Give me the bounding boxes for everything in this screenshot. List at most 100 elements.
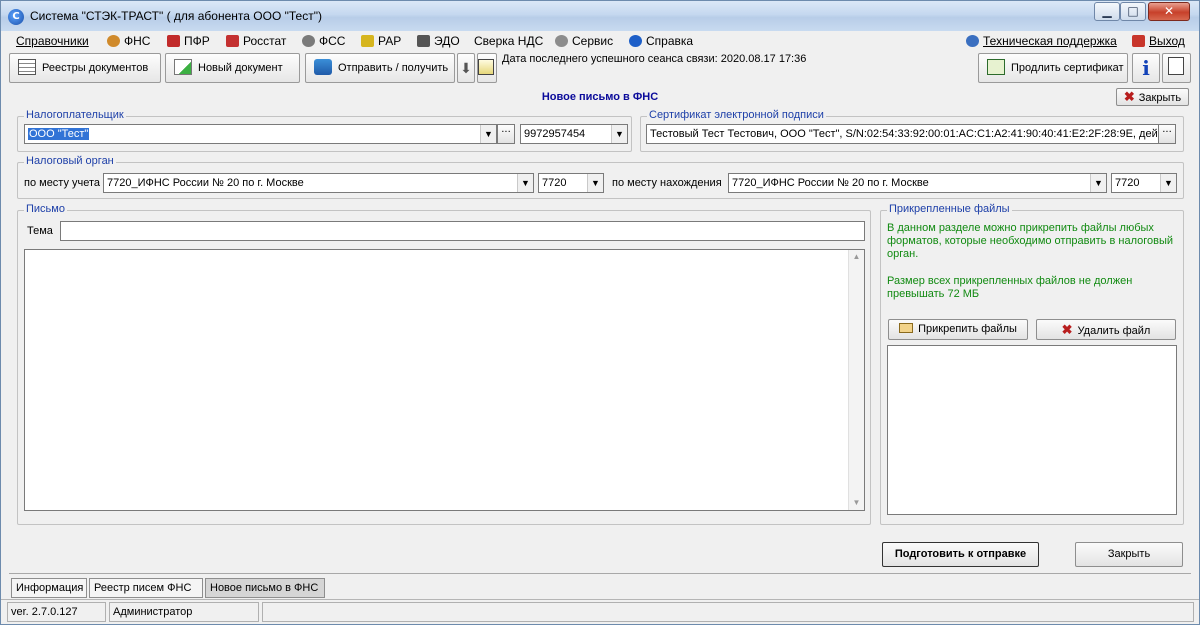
menu-sverka-nds[interactable]: Сверка НДС [474, 34, 543, 48]
taxpayer-more-button[interactable]: ··· [497, 124, 515, 144]
attachments-size-text: Размер всех прикрепленных файлов не долж… [887, 275, 1133, 300]
menu-label: Сверка НДС [474, 34, 544, 48]
menu-label: ФНС [124, 34, 151, 48]
tab-fns-letters-registry[interactable]: Реестр писем ФНС [89, 578, 203, 598]
send-receive-arrows-icon [314, 59, 332, 75]
menu-tech-support[interactable]: Техническая поддержка [966, 34, 1117, 48]
location-label: по месту нахождения [612, 177, 722, 189]
menu-label: Техническая поддержка [983, 34, 1117, 48]
button-label: Новый документ [198, 62, 283, 74]
maximize-button[interactable]: □ [1120, 2, 1146, 21]
version-label: ver. 2.7.0.127 [7, 602, 106, 622]
menu-fns[interactable]: ФНС [107, 34, 150, 48]
rar-emblem-icon [361, 35, 374, 47]
last-session-text: Дата последнего успешного сеанса связи: … [502, 53, 807, 65]
tab-information[interactable]: Информация [11, 578, 87, 598]
certificate-field[interactable]: Тестовый Тест Тестович, ООО "Тест", S/N:… [646, 124, 1159, 144]
button-label: Прикрепить файлы [918, 323, 1017, 335]
window-tabs-bar: Информация Реестр писем ФНС Новое письмо… [9, 573, 1191, 599]
panel-title: Новое письмо в ФНС [541, 91, 659, 103]
certificate-icon [987, 59, 1005, 75]
help-icon [629, 35, 642, 47]
cert-doc-icon [478, 59, 494, 75]
minimize-button[interactable]: ▁ [1094, 2, 1120, 21]
registration-code-select[interactable]: 7720 ▼ [538, 173, 604, 193]
window-close-button[interactable]: ✕ [1148, 2, 1190, 21]
taxpayer-group-label: Налогоплательщик [24, 109, 126, 121]
toolbar: Реестры документов Новый документ Отправ… [9, 51, 1191, 85]
inn-select[interactable]: 9972957454 ▼ [520, 124, 628, 144]
menu-label: Справка [646, 34, 694, 48]
fss-emblem-icon [302, 35, 315, 47]
main-window: С Система "СТЭК-ТРАСТ" ( для абонента ОО… [0, 0, 1200, 625]
location-authority-select[interactable]: 7720_ИФНС России № 20 по г. Москве ▼ [728, 173, 1107, 193]
chevron-down-icon[interactable]: ▼ [517, 174, 533, 192]
subject-input[interactable] [60, 221, 865, 241]
menu-label: РАР [378, 34, 402, 48]
registration-code: 7720 [542, 177, 567, 189]
scroll-up-icon[interactable]: ▲ [849, 252, 864, 262]
fns-emblem-icon [107, 35, 120, 47]
attach-files-button[interactable]: Прикрепить файлы [888, 319, 1028, 340]
prepare-to-send-button[interactable]: Подготовить к отправке [882, 542, 1039, 567]
location-value: 7720_ИФНС России № 20 по г. Москве [732, 177, 929, 189]
menu-rosstat[interactable]: Росстат [226, 34, 286, 48]
menu-label: ФСС [319, 34, 346, 48]
extend-certificate-button[interactable]: Продлить сертификат [978, 53, 1128, 83]
button-label: Удалить файл [1077, 325, 1151, 337]
attached-files-list[interactable] [887, 345, 1177, 515]
letter-body-textarea[interactable]: ▲ ▼ [24, 249, 865, 511]
top-close-button[interactable]: ✖ Закрыть [1116, 88, 1189, 106]
edo-icon [417, 35, 430, 47]
certificate-value: Тестовый Тест Тестович, ООО "Тест", S/N:… [650, 128, 1158, 140]
chevron-down-icon[interactable]: ▼ [480, 125, 496, 143]
menu-spravochniki[interactable]: Справочники [16, 34, 89, 48]
attachments-group-label: Прикрепленные файлы [887, 203, 1012, 215]
certificate-more-button[interactable]: ··· [1158, 124, 1176, 144]
chevron-down-icon[interactable]: ▼ [611, 125, 627, 143]
tab-new-fns-letter[interactable]: Новое письмо в ФНС [205, 578, 325, 598]
rosstat-icon [226, 35, 239, 47]
registers-button[interactable]: Реестры документов [9, 53, 161, 83]
letter-group-label: Письмо [24, 203, 67, 215]
attachments-info-text: В данном разделе можно прикрепить файлы … [887, 222, 1174, 260]
menu-edo[interactable]: ЭДО [417, 34, 460, 48]
button-label: Закрыть [1138, 92, 1182, 104]
bottom-close-button[interactable]: Закрыть [1075, 542, 1183, 567]
delete-file-button[interactable]: ✖ Удалить файл [1036, 319, 1176, 340]
location-code: 7720 [1115, 177, 1140, 189]
subject-label: Тема [27, 225, 53, 237]
menu-label: ПФР [184, 34, 210, 48]
registry-list-icon [18, 59, 36, 75]
taxpayer-select[interactable]: ООО "Тест" ▼ [24, 124, 497, 144]
arrow-down-icon[interactable]: ⬇ [457, 53, 475, 83]
user-label: Администратор [109, 602, 259, 622]
menu-label: Росстат [243, 34, 287, 48]
help-document-button[interactable] [1162, 53, 1191, 83]
globe-icon [966, 35, 979, 47]
title-bar: С Система "СТЭК-ТРАСТ" ( для абонента ОО… [1, 1, 1199, 31]
menu-exit[interactable]: Выход [1132, 34, 1185, 48]
chevron-down-icon[interactable]: ▼ [1090, 174, 1106, 192]
menu-pfr[interactable]: ПФР [167, 34, 210, 48]
menu-bar: Справочники ФНС ПФР Росстат ФСС РАР ЭДО … [9, 31, 1191, 51]
gear-icon [555, 35, 568, 47]
status-bar: ver. 2.7.0.127 Администратор [1, 599, 1199, 624]
registration-authority-select[interactable]: 7720_ИФНС России № 20 по г. Москве ▼ [103, 173, 534, 193]
menu-service[interactable]: Сервис [555, 34, 613, 48]
chevron-down-icon[interactable]: ▼ [587, 174, 603, 192]
scroll-down-icon[interactable]: ▼ [849, 498, 864, 508]
menu-rar[interactable]: РАР [361, 34, 401, 48]
location-code-select[interactable]: 7720 ▼ [1111, 173, 1177, 193]
document-cert-icon[interactable] [477, 53, 497, 83]
chevron-down-icon[interactable]: ▼ [1160, 174, 1176, 192]
window-title: Система "СТЭК-ТРАСТ" ( для абонента ООО … [30, 9, 322, 23]
send-receive-button[interactable]: Отправить / получить [305, 53, 455, 83]
inn-value: 9972957454 [524, 128, 586, 140]
menu-help[interactable]: Справка [629, 34, 693, 48]
info-icon[interactable]: i [1132, 53, 1160, 83]
new-document-button[interactable]: Новый документ [165, 53, 300, 83]
vertical-scrollbar[interactable]: ▲ ▼ [848, 250, 864, 510]
menu-fss[interactable]: ФСС [302, 34, 345, 48]
app-logo-icon: С [8, 9, 24, 25]
